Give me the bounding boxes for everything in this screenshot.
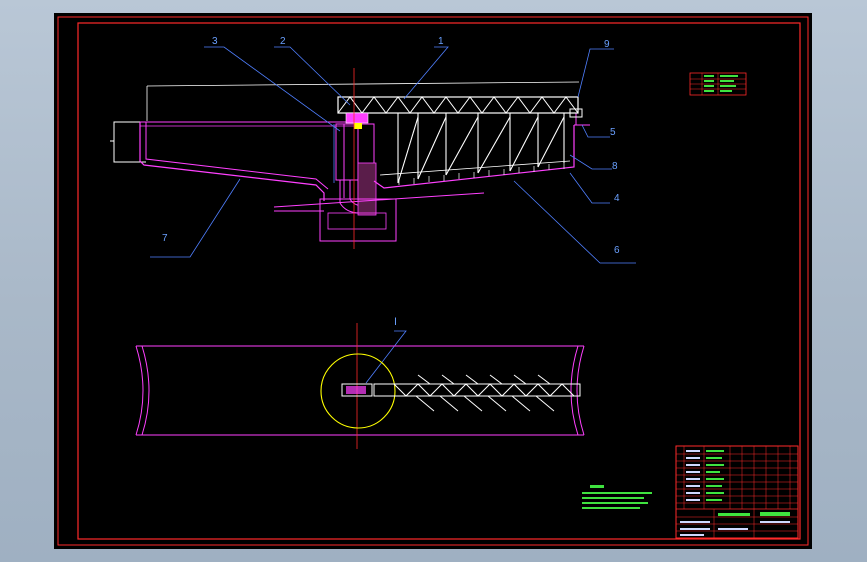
callout-4: 4 bbox=[614, 193, 620, 204]
section-view bbox=[110, 68, 590, 249]
callout-2: 2 bbox=[280, 36, 286, 47]
callout-8: 8 bbox=[612, 161, 618, 172]
callout-6: 6 bbox=[614, 245, 620, 256]
drawing-canvas: 1 2 3 4 5 6 7 8 9 Ⅰ bbox=[57, 16, 809, 546]
title-block-text bbox=[680, 450, 790, 536]
legend-block bbox=[689, 72, 747, 96]
technical-notes bbox=[582, 485, 652, 509]
plan-view bbox=[135, 323, 585, 449]
cad-viewport[interactable]: 1 2 3 4 5 6 7 8 9 Ⅰ bbox=[0, 0, 867, 562]
callout-detail: Ⅰ bbox=[394, 317, 397, 328]
callout-5: 5 bbox=[610, 127, 616, 138]
callout-1: 1 bbox=[438, 36, 444, 47]
callout-3: 3 bbox=[212, 36, 218, 47]
drawing-sheet: 1 2 3 4 5 6 7 8 9 Ⅰ bbox=[54, 13, 812, 549]
inner-frame bbox=[77, 22, 801, 540]
callout-7: 7 bbox=[162, 233, 168, 244]
callout-9: 9 bbox=[604, 39, 610, 50]
